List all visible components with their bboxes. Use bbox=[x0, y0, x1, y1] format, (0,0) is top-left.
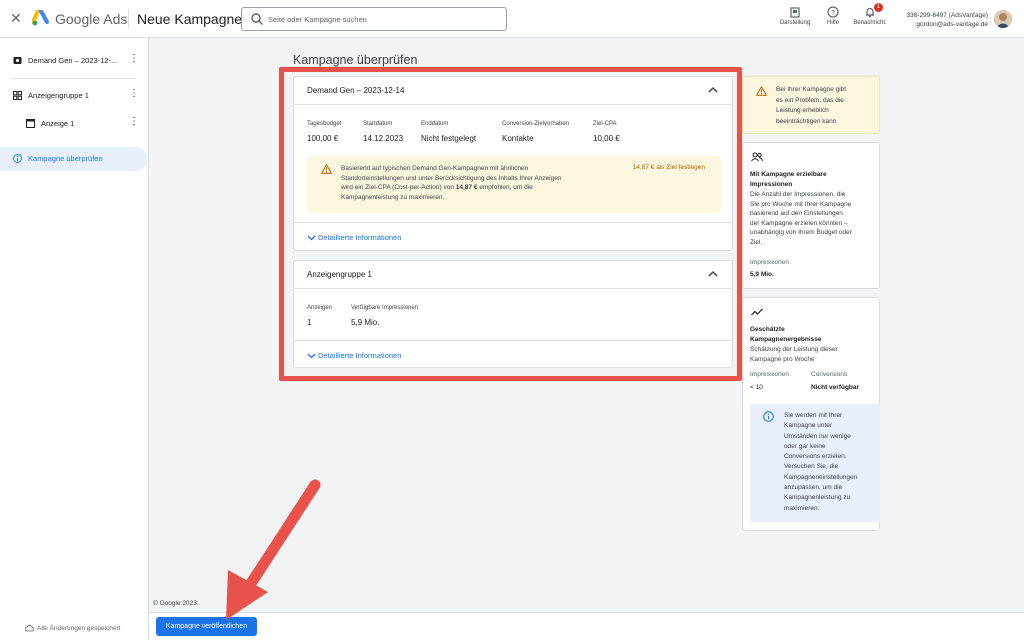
copyright: © Google 2023. bbox=[153, 600, 199, 607]
alert-text: Bei Ihrer Kampagne gibt es ein Problem, … bbox=[776, 85, 846, 127]
description-line: basierend auf den Einstellungen bbox=[750, 210, 843, 217]
google-ads-logo bbox=[32, 10, 49, 26]
account-email: gordon@ads-vantage.de bbox=[916, 21, 988, 28]
results-card: Geschätzte Kampagnenergebnisse Schätzung… bbox=[742, 297, 880, 531]
notification-badge: 1 bbox=[874, 3, 883, 12]
description-line: der Kampagne erzielen könnten – bbox=[750, 219, 848, 227]
sidebar-item-label: Anzeigengruppe 1 bbox=[28, 91, 89, 100]
info-icon bbox=[763, 411, 774, 422]
alert-line: es ein Problem, das die bbox=[776, 96, 844, 104]
avatar-image bbox=[994, 10, 1012, 28]
search-box[interactable] bbox=[241, 7, 507, 31]
description-line: Die Anzahl der Impressionen, die bbox=[750, 191, 846, 198]
more-vert-icon[interactable]: ⋮ bbox=[129, 89, 139, 99]
page-title: Kampagne überprüfen bbox=[293, 53, 418, 67]
conversions-info: Sie werden mit Ihrer Kampagne unter Umst… bbox=[750, 404, 880, 522]
appearance-button[interactable]: Darstellung bbox=[775, 6, 815, 26]
results-title: Geschätzte Kampagnenergebnisse bbox=[750, 325, 822, 344]
ad-icon bbox=[26, 119, 35, 128]
notifications-button[interactable]: 1 Benachricht. bbox=[849, 3, 891, 26]
description-line: Ziel. bbox=[750, 238, 763, 246]
appearance-icon bbox=[790, 7, 800, 18]
alert-line: Leistung erheblich bbox=[776, 107, 829, 114]
sidebar-item-campaign[interactable]: Demand Gen – 2023-12-... ⋮ bbox=[0, 50, 149, 72]
info-icon bbox=[13, 154, 22, 163]
title-line: Mit Kampagne erzielbare bbox=[750, 171, 827, 178]
warning-icon bbox=[756, 86, 767, 96]
close-icon[interactable]: ✕ bbox=[10, 10, 22, 27]
help-icon: ? bbox=[827, 6, 839, 18]
results-conversions-value: Nicht verfügbar bbox=[811, 384, 860, 391]
impressions-label: Impressionen bbox=[750, 259, 790, 266]
title-line: Impressionen bbox=[750, 180, 793, 188]
impressions-title: Mit Kampagne erzielbare Impressionen bbox=[750, 170, 827, 189]
account-info[interactable]: 336-299-6497 (AdsVantage) gordon@ads-van… bbox=[906, 11, 988, 29]
conversions-info-text: Sie werden mit Ihrer Kampagne unter Umst… bbox=[784, 411, 874, 514]
top-bar: ✕ Google Ads Neue Kampagne Darstellung ?… bbox=[0, 0, 1024, 38]
help-label: Hilfe bbox=[826, 20, 839, 26]
alert-line: beeinträchtigen kann bbox=[776, 117, 837, 125]
page-name: Neue Kampagne bbox=[137, 11, 243, 27]
impressions-value: 5,9 Mio. bbox=[750, 271, 774, 278]
results-impressions-value: < 10 bbox=[750, 384, 763, 391]
sidebar: Demand Gen – 2023-12-... ⋮ Anzeigengrupp… bbox=[0, 38, 149, 640]
description-line: Kampagne pro Woche bbox=[750, 355, 815, 363]
problem-alert: Bei Ihrer Kampagne gibt es ein Problem, … bbox=[742, 76, 880, 134]
appearance-label: Darstellung bbox=[779, 20, 811, 26]
sidebar-item-label: Kampagne überprüfen bbox=[28, 154, 103, 163]
results-conversions-label: Conversions bbox=[811, 371, 848, 378]
avatar[interactable] bbox=[994, 10, 1012, 28]
info-line: maximieren. bbox=[784, 504, 820, 512]
info-line: Umständen nur wenige bbox=[784, 432, 851, 440]
people-icon bbox=[751, 152, 763, 162]
results-description: Schätzung der Leistung dieser Kampagne p… bbox=[750, 345, 876, 364]
trending-icon bbox=[751, 308, 763, 316]
cloud-done-icon bbox=[25, 625, 34, 632]
info-line: Versuchen Sie, die bbox=[784, 463, 839, 471]
sidebar-item-ad[interactable]: Anzeige 1 ⋮ bbox=[0, 113, 149, 135]
info-line: Kampagne unter bbox=[784, 422, 833, 430]
title-line: Geschätzte bbox=[750, 326, 785, 333]
more-vert-icon[interactable]: ⋮ bbox=[129, 117, 139, 127]
svg-text:?: ? bbox=[831, 10, 835, 17]
description-line: Sie pro Woche mit Ihrer Kampagne bbox=[750, 200, 852, 208]
sidebar-item-label: Demand Gen – 2023-12-... bbox=[28, 56, 118, 65]
search-icon bbox=[251, 13, 263, 25]
sidebar-item-adgroup[interactable]: Anzeigengruppe 1 ⋮ bbox=[0, 85, 149, 107]
description-line: Schätzung der Leistung dieser bbox=[750, 346, 838, 353]
more-vert-icon[interactable]: ⋮ bbox=[129, 54, 139, 64]
info-line: oder gar keine bbox=[784, 442, 826, 450]
info-line: Sie werden mit Ihrer bbox=[784, 412, 843, 419]
info-line: Kampagnenleistung zu bbox=[784, 494, 851, 502]
info-line: Kampagneneinstellungen bbox=[784, 473, 858, 481]
notifications-label: Benachricht. bbox=[853, 20, 887, 26]
ad-group-icon bbox=[13, 91, 22, 100]
impressions-card: Mit Kampagne erzielbare Impressionen Die… bbox=[742, 142, 880, 289]
impressions-description: Die Anzahl der Impressionen, die Sie pro… bbox=[750, 190, 876, 247]
alert-line: Bei Ihrer Kampagne gibt bbox=[776, 86, 847, 93]
help-button[interactable]: ? Hilfe bbox=[822, 6, 844, 26]
annotation-arrow bbox=[226, 479, 321, 620]
search-input[interactable] bbox=[268, 11, 498, 27]
description-line: unabhängig von Ihrem Budget oder bbox=[750, 229, 852, 236]
saved-status: Alle Änderungen gespeichert bbox=[37, 625, 121, 632]
sidebar-divider bbox=[10, 78, 136, 79]
title-line: Kampagnenergebnisse bbox=[750, 335, 822, 343]
app-name: Google Ads bbox=[55, 11, 128, 27]
highlight-frame bbox=[279, 67, 742, 381]
sidebar-item-review[interactable]: Kampagne überprüfen bbox=[0, 147, 148, 171]
results-impressions-label: Impressionen bbox=[750, 371, 790, 378]
account-id: 336-299-6497 (AdsVantage) bbox=[906, 12, 988, 19]
info-line: Conversions erzielen. bbox=[784, 453, 847, 461]
divider bbox=[128, 9, 129, 29]
info-line: anzupassen, um die bbox=[784, 484, 843, 492]
campaign-icon bbox=[13, 57, 22, 64]
sidebar-item-label: Anzeige 1 bbox=[41, 119, 75, 128]
